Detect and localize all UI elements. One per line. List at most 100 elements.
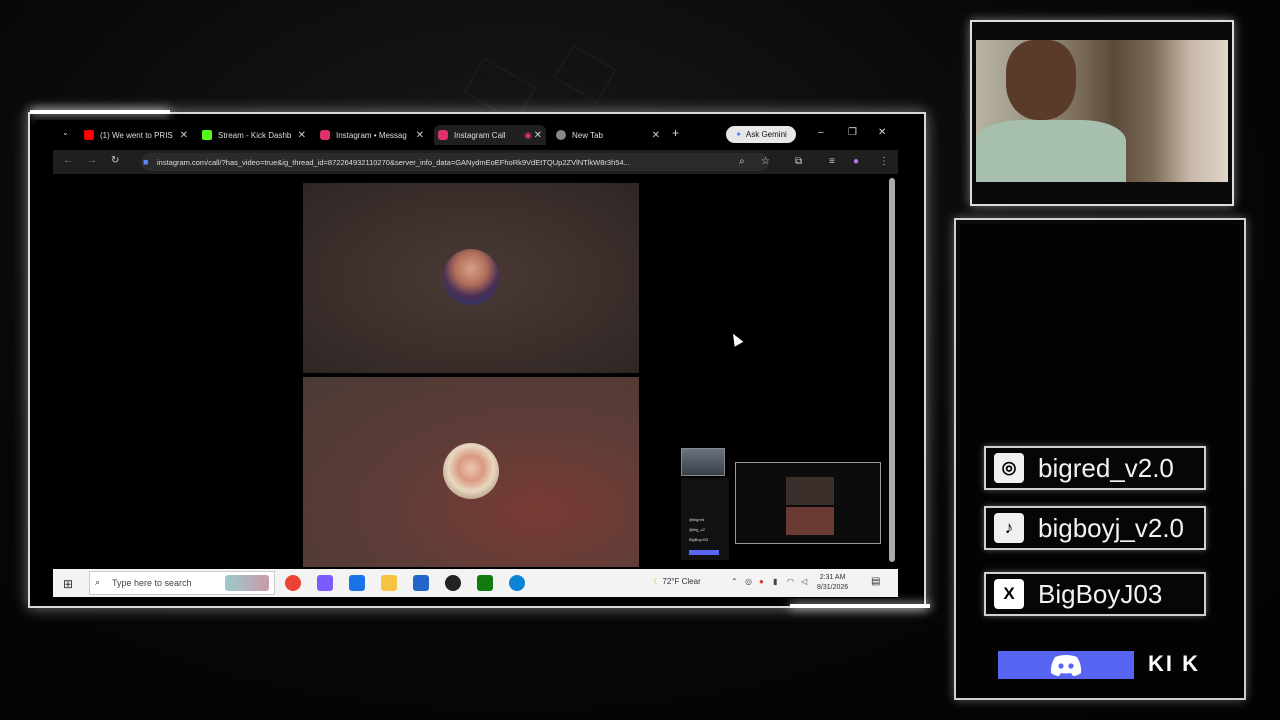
moon-icon: ☾ <box>653 577 661 586</box>
tiktok-icon: ♪ <box>994 513 1024 543</box>
clock-date: 8/31/2026 <box>817 584 849 591</box>
page-viewport: @bigred @big_v2 BigBoyJ03 <box>53 174 898 569</box>
tab-label: New Tab <box>572 130 603 140</box>
mini-video-tile <box>786 507 834 535</box>
media-icon[interactable]: ≡ <box>829 156 835 167</box>
tab-youtube[interactable]: (1) We went to PRIS ✕ <box>84 125 188 145</box>
new-tab-button[interactable]: + <box>672 126 679 140</box>
outlook-icon[interactable] <box>349 575 365 591</box>
social-x: X BigBoyJ03 <box>984 572 1206 616</box>
tray-obs-icon[interactable]: ◎ <box>745 577 752 586</box>
address-bar[interactable]: instagram.com/call/?has_video=true&ig_th… <box>141 153 769 171</box>
url-text: instagram.com/call/?has_video=true&ig_th… <box>157 157 630 167</box>
ask-gemini-button[interactable]: ✦ Ask Gemini <box>726 126 796 143</box>
social-tiktok: ♪ bigboyj_v2.0 <box>984 506 1206 550</box>
streamer-body <box>976 120 1126 182</box>
tab-label: Instagram Call <box>454 130 506 140</box>
tab-new-tab[interactable]: New Tab ✕ <box>556 125 660 145</box>
tray-expand-icon[interactable]: ⌃ <box>731 577 738 586</box>
instagram-icon <box>320 130 330 140</box>
edge-icon[interactable] <box>509 575 525 591</box>
tab-kick[interactable]: Stream - Kick Dashb ✕ <box>202 125 306 145</box>
discord-badge <box>998 651 1134 679</box>
frame-glow <box>30 110 170 114</box>
volume-icon[interactable]: ◁ <box>801 577 807 586</box>
restore-button[interactable]: ❐ <box>848 127 857 138</box>
xbox-icon[interactable] <box>477 575 493 591</box>
search-highlight-icon <box>225 575 269 591</box>
video-tile-participant-2 <box>303 377 639 567</box>
obs-icon[interactable] <box>445 575 461 591</box>
search-placeholder: Type here to search <box>112 578 192 588</box>
zoom-icon[interactable]: ⌕ <box>739 156 745 167</box>
kick-logo: KI K <box>1148 651 1200 676</box>
instagram-icon: ◎ <box>994 453 1024 483</box>
mini-handle: @bigred <box>689 517 705 522</box>
scrollbar[interactable] <box>889 178 895 562</box>
mini-overlay-preview: @bigred @big_v2 BigBoyJ03 <box>681 478 729 560</box>
windows-taskbar: ⊞ Type here to search ⌕ ☾ 72°F Clear ⌃ ◎… <box>53 569 898 597</box>
weather-text: ☾ 72°F Clear <box>653 577 701 586</box>
close-tab-icon[interactable]: ✕ <box>416 130 424 141</box>
mini-discord-bar <box>689 550 719 555</box>
close-tab-icon[interactable]: ✕ <box>180 130 188 141</box>
search-icon: ⌕ <box>95 577 101 587</box>
hex-decoration <box>553 45 617 103</box>
taskbar-clock[interactable]: 2:31 AM 8/31/2026 <box>817 573 848 593</box>
mini-webcam-preview <box>681 448 725 476</box>
microphone-icon[interactable]: ▮ <box>773 577 777 586</box>
forward-icon[interactable]: → <box>87 155 97 166</box>
mini-handle: @big_v2 <box>689 527 705 532</box>
minimize-button[interactable]: – <box>818 127 824 138</box>
weather-value: 72°F Clear <box>662 577 701 586</box>
tab-label: (1) We went to PRIS <box>100 130 173 140</box>
social-instagram: ◎ bigred_v2.0 <box>984 446 1206 490</box>
chrome-taskbar-icon[interactable] <box>285 575 301 591</box>
back-icon[interactable]: ← <box>63 155 73 166</box>
tab-bar: ⌄ (1) We went to PRIS ✕ Stream - Kick Da… <box>36 120 898 150</box>
close-tab-icon[interactable]: ✕ <box>298 130 306 141</box>
profile-icon[interactable]: ● <box>853 156 859 167</box>
tab-search-icon[interactable]: ⌄ <box>62 128 69 137</box>
mini-video-tile <box>786 477 834 505</box>
x-icon: X <box>994 579 1024 609</box>
recording-icon: ◉ <box>524 129 532 140</box>
chrome-icon <box>556 130 566 140</box>
windows-start-icon[interactable]: ⊞ <box>63 577 73 591</box>
mouse-cursor-icon <box>728 331 744 347</box>
frame-glow <box>790 604 930 608</box>
kick-icon <box>202 130 212 140</box>
extensions-icon[interactable]: ⧉ <box>795 156 802 167</box>
copilot-icon[interactable] <box>317 575 333 591</box>
tab-label: Stream - Kick Dashb <box>218 130 292 140</box>
notification-icon[interactable]: ▤ <box>871 576 880 587</box>
close-window-button[interactable]: ✕ <box>878 127 886 138</box>
camera-icon[interactable]: ■ <box>143 157 153 167</box>
bookmark-star-icon[interactable]: ☆ <box>761 156 770 167</box>
file-explorer-icon[interactable] <box>381 575 397 591</box>
social-handle: BigBoyJ03 <box>1038 578 1163 609</box>
avatar <box>443 249 499 305</box>
stream-overlay: ⌄ (1) We went to PRIS ✕ Stream - Kick Da… <box>0 0 1280 720</box>
instagram-icon <box>438 130 448 140</box>
browser-window: ⌄ (1) We went to PRIS ✕ Stream - Kick Da… <box>36 120 898 598</box>
close-tab-icon[interactable]: ✕ <box>534 130 542 141</box>
gemini-icon: ✦ <box>735 130 742 139</box>
tray-record-icon[interactable]: ● <box>759 577 764 586</box>
social-handle: bigred_v2.0 <box>1038 452 1174 483</box>
wifi-icon[interactable]: ◠ <box>787 577 794 586</box>
reload-icon[interactable]: ↻ <box>111 155 119 166</box>
mini-handle: BigBoyJ03 <box>689 537 709 542</box>
discord-icon <box>1050 655 1082 676</box>
close-tab-icon[interactable]: ✕ <box>652 130 660 141</box>
video-tile-participant-1 <box>303 183 639 373</box>
streamer-head <box>1006 40 1076 120</box>
social-handle: bigboyj_v2.0 <box>1038 512 1184 543</box>
tab-label: Instagram • Messag <box>336 130 407 140</box>
gemini-label: Ask Gemini <box>745 130 787 139</box>
avatar <box>443 443 499 499</box>
tab-instagram-messages[interactable]: Instagram • Messag ✕ <box>320 125 424 145</box>
store-icon[interactable] <box>413 575 429 591</box>
menu-icon[interactable]: ⋮ <box>879 156 889 167</box>
tab-instagram-call[interactable]: Instagram Call ◉ ✕ <box>434 125 546 145</box>
